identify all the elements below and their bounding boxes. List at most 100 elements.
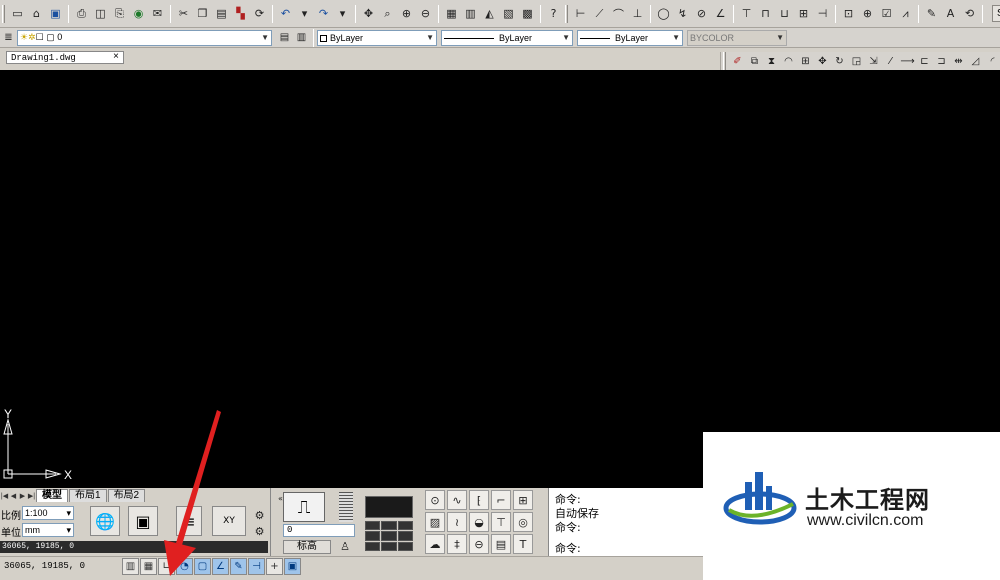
nav-key[interactable] (365, 541, 381, 551)
grid-tool-icon[interactable]: ⊞ (513, 490, 533, 510)
mirror-icon[interactable]: ⧗ (764, 54, 779, 69)
make-layer-current-icon[interactable]: ▤ (277, 30, 292, 45)
scale-icon[interactable]: ◲ (849, 54, 864, 69)
drawing-canvas[interactable]: Y X (0, 70, 1000, 488)
help-icon[interactable]: ? (545, 5, 562, 22)
undo-dropdown-icon[interactable]: ▾ (296, 5, 313, 22)
publish-icon[interactable]: ⎘ (111, 5, 128, 22)
lineweight-toggle-icon[interactable]: + (266, 558, 283, 575)
nav-key[interactable] (397, 521, 413, 531)
settings-icon[interactable]: ⚙ (251, 523, 268, 540)
web-publish-icon[interactable]: ◉ (130, 5, 147, 22)
ordinate-dimension-icon[interactable]: ⊥ (629, 5, 646, 22)
nav-key[interactable] (381, 541, 397, 551)
polar-toggle-icon[interactable]: ◔ (176, 558, 193, 575)
erase-icon[interactable]: ✐ (730, 54, 745, 69)
hatch-icon[interactable]: ▨ (425, 512, 445, 532)
cut-icon[interactable]: ✂ (175, 5, 192, 22)
fillet-icon[interactable]: ◜ (985, 54, 1000, 69)
close-icon[interactable]: × (113, 52, 119, 63)
scale-combo[interactable]: 1:100 ▾ (22, 506, 74, 520)
dimension-edit-icon[interactable]: ✎ (923, 5, 940, 22)
nav-key[interactable] (365, 521, 381, 531)
etransmit-icon[interactable]: ✉ (149, 5, 166, 22)
dimension-update-icon[interactable]: ⟲ (961, 5, 978, 22)
color-combo[interactable]: ByLayer ▼ (317, 29, 437, 46)
dyn-toggle-icon[interactable]: ⊣ (248, 558, 265, 575)
zoom-window-icon[interactable]: ⊕ (398, 5, 415, 22)
dimension-break-icon[interactable]: ⊣ (814, 5, 831, 22)
command-prompt[interactable]: 命令: (555, 540, 581, 556)
inspection-icon[interactable]: ☑ (878, 5, 895, 22)
arc-length-icon[interactable]: ⌒ (610, 5, 627, 22)
quick-dimension-icon[interactable]: ⊤ (738, 5, 755, 22)
match-properties-icon[interactable]: ▚ (232, 5, 249, 22)
tab-layout2[interactable]: 布局2 (107, 489, 146, 502)
layout-view-icon[interactable]: ▣ (128, 506, 158, 536)
linetype-combo[interactable]: ByLayer ▼ (441, 29, 573, 46)
continue-dimension-icon[interactable]: ⊔ (776, 5, 793, 22)
column-icon[interactable]: ⊤ (491, 512, 511, 532)
table-tool-icon[interactable]: ▤ (491, 534, 511, 554)
layer-manager-icon[interactable]: ≣ (1, 30, 16, 45)
nav-key[interactable] (365, 531, 381, 541)
insertion-point-icon[interactable]: ⊙ (425, 490, 445, 510)
cloud-icon[interactable]: ☁ (425, 534, 445, 554)
ducs-toggle-icon[interactable]: ✎ (230, 558, 247, 575)
chamfer-icon[interactable]: ◿ (968, 54, 983, 69)
baseline-dimension-icon[interactable]: ⊓ (757, 5, 774, 22)
section-icon[interactable]: ⊖ (469, 534, 489, 554)
new-file-icon[interactable]: ▭ (9, 5, 26, 22)
extend-icon[interactable]: ⟶ (900, 54, 915, 69)
trim-icon[interactable]: ⁄ (883, 54, 898, 69)
sheet-set-icon[interactable]: ▧ (500, 5, 517, 22)
toolbar-grip[interactable] (723, 52, 726, 70)
copy-icon[interactable]: ❐ (194, 5, 211, 22)
grid-toggle-icon[interactable]: ▦ (140, 558, 157, 575)
copy-object-icon[interactable]: ⧉ (747, 54, 762, 69)
command-line[interactable]: 命令: 自动保存 命令: 命令: (548, 488, 708, 556)
join-icon[interactable]: ⇹ (951, 54, 966, 69)
jogged-dimension-icon[interactable]: ↯ (674, 5, 691, 22)
aligned-dimension-icon[interactable]: ⟋ (591, 5, 608, 22)
linear-dimension-icon[interactable]: ⊢ (572, 5, 589, 22)
undo-icon[interactable]: ↶ (277, 5, 294, 22)
quick-properties-toggle-icon[interactable]: ▣ (284, 558, 301, 575)
ortho-toggle-icon[interactable]: ∟ (158, 558, 175, 575)
zoom-realtime-icon[interactable]: ⌕ (379, 5, 396, 22)
tool-palettes-icon[interactable]: ◭ (481, 5, 498, 22)
globe-icon[interactable]: 🌐 (90, 506, 120, 536)
array-icon[interactable]: ⊞ (798, 54, 813, 69)
properties-icon[interactable]: ▦ (443, 5, 460, 22)
calculator-icon[interactable]: ▩ (519, 5, 536, 22)
last-tab-icon[interactable]: ▶| (27, 492, 36, 500)
center-mark-icon[interactable]: ⊕ (859, 5, 876, 22)
zigzag-line-icon[interactable]: ∿ (447, 490, 467, 510)
first-tab-icon[interactable]: |◀ (0, 492, 9, 500)
gear-icon[interactable]: ⚙ (251, 507, 268, 524)
tile-scrollbar[interactable] (339, 492, 353, 522)
elevation-tool-icon[interactable]: ⎍ (283, 492, 325, 522)
otrack-toggle-icon[interactable]: ∠ (212, 558, 229, 575)
document-tab[interactable]: Drawing1.dwg × (6, 51, 124, 64)
layer-previous-icon[interactable]: ▥ (294, 30, 309, 45)
elevation-input[interactable]: 0 (283, 524, 355, 537)
axis-icon[interactable]: ‡ (447, 534, 467, 554)
print-preview-icon[interactable]: ◫ (92, 5, 109, 22)
zoom-previous-icon[interactable]: ⊖ (417, 5, 434, 22)
redo-icon[interactable]: ↷ (315, 5, 332, 22)
nav-key[interactable] (381, 531, 397, 541)
dimension-style-combo[interactable]: STA (992, 5, 1000, 22)
nav-key[interactable] (397, 531, 413, 541)
tab-layout1[interactable]: 布局1 (69, 489, 107, 502)
nav-key[interactable] (381, 521, 397, 531)
snap-toggle-icon[interactable]: ▥ (122, 558, 139, 575)
dimension-text-edit-icon[interactable]: A (942, 5, 959, 22)
block-editor-icon[interactable]: ⟳ (251, 5, 268, 22)
circle-tool-icon[interactable]: ◎ (513, 512, 533, 532)
toolbar-grip[interactable] (2, 4, 5, 23)
radius-dimension-icon[interactable]: ◯ (655, 5, 672, 22)
diameter-dimension-icon[interactable]: ⊘ (693, 5, 710, 22)
rotate-icon[interactable]: ↻ (832, 54, 847, 69)
pan-icon[interactable]: ✥ (360, 5, 377, 22)
